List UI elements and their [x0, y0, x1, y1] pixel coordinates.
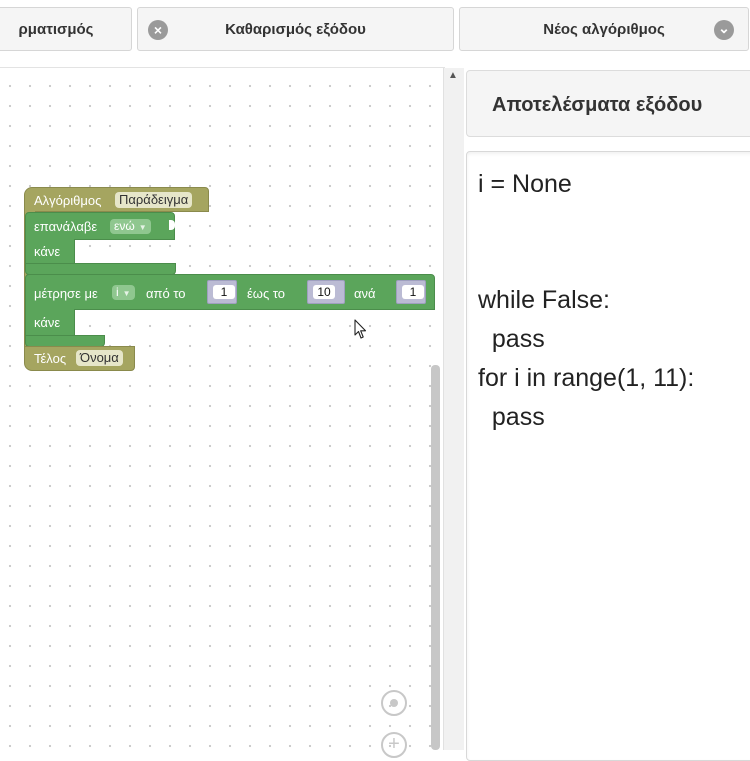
from-keyword: από το [146, 286, 186, 301]
blocks-workspace[interactable] [0, 68, 445, 750]
count-variable-value: i [116, 285, 119, 299]
scroll-up-arrow-icon[interactable]: ▲ [447, 70, 459, 82]
repeat-keyword: επανάλαβε [34, 219, 98, 234]
to-number-block[interactable]: 10 [307, 280, 345, 304]
algorithm-keyword: Αλγόριθμος [34, 193, 102, 208]
output-code: i = None while False: pass for i in range… [478, 165, 694, 437]
code-line: while False: [478, 286, 610, 315]
new-algorithm-label: Νέος αλγόριθμος [543, 20, 665, 38]
repeat-mode-value: ενώ [114, 219, 135, 233]
output-title: Αποτελέσματα εξόδου [492, 94, 703, 116]
dropdown-arrow-icon: ▼ [122, 289, 131, 298]
to-value-field[interactable]: 10 [313, 285, 335, 299]
mouse-cursor-icon [354, 319, 367, 339]
by-number-block[interactable]: 1 [396, 280, 426, 304]
workspace-scrollbar[interactable] [431, 365, 440, 750]
algorithm-name-field[interactable]: Παράδειγμα [115, 192, 193, 208]
by-value-field[interactable]: 1 [402, 285, 424, 299]
chevron-down-icon: ⌄ [714, 20, 734, 40]
format-button[interactable]: ρματισμός [0, 7, 132, 51]
count-variable-dropdown[interactable]: i ▼ [112, 285, 135, 300]
workspace-scroll-track[interactable] [443, 68, 464, 750]
repeat-do-keyword: κάνε [34, 244, 61, 259]
repeat-block[interactable]: επανάλαβε ενώ ▼ [25, 212, 175, 240]
repeat-mode-dropdown[interactable]: ενώ ▼ [110, 219, 151, 234]
from-number-block[interactable]: 1 [207, 280, 237, 304]
to-keyword: έως το [247, 286, 286, 301]
output-header: Αποτελέσματα εξόδου [466, 70, 750, 137]
code-line: for i in range(1, 11): [478, 363, 695, 392]
repeat-input-notch [169, 220, 175, 230]
format-button-label: ρματισμός [18, 20, 94, 38]
zoom-in-icon[interactable]: + [381, 732, 407, 758]
code-line: pass [478, 325, 545, 354]
code-line: i = None [478, 170, 572, 198]
from-value-field[interactable]: 1 [213, 285, 235, 299]
by-keyword: ανά [354, 286, 376, 301]
close-icon: × [148, 20, 168, 40]
clear-output-label: Καθαρισμός εξόδου [225, 20, 366, 38]
code-line: pass [478, 402, 545, 431]
count-block-arm: κάνε [25, 309, 75, 336]
end-name-field[interactable]: Όνομα [76, 350, 123, 366]
clear-output-button[interactable]: × Καθαρισμός εξόδου [137, 7, 454, 51]
algorithm-block[interactable]: Αλγόριθμος Παράδειγμα [24, 187, 209, 212]
new-algorithm-button[interactable]: Νέος αλγόριθμος ⌄ [459, 7, 749, 51]
end-block[interactable]: Τέλος Όνομα [24, 346, 135, 371]
end-keyword: Τέλος [34, 351, 67, 366]
count-do-keyword: κάνε [34, 315, 61, 330]
recenter-icon[interactable] [381, 690, 407, 716]
repeat-block-arm: κάνε [25, 239, 75, 264]
count-keyword: μέτρησε με [34, 286, 98, 301]
toolbar: ρματισμός × Καθαρισμός εξόδου Νέος αλγόρ… [0, 0, 750, 60]
dropdown-arrow-icon: ▼ [138, 223, 147, 232]
count-block[interactable]: μέτρησε με i ▼ από το 1 έως το 10 ανά 1 [25, 274, 435, 310]
